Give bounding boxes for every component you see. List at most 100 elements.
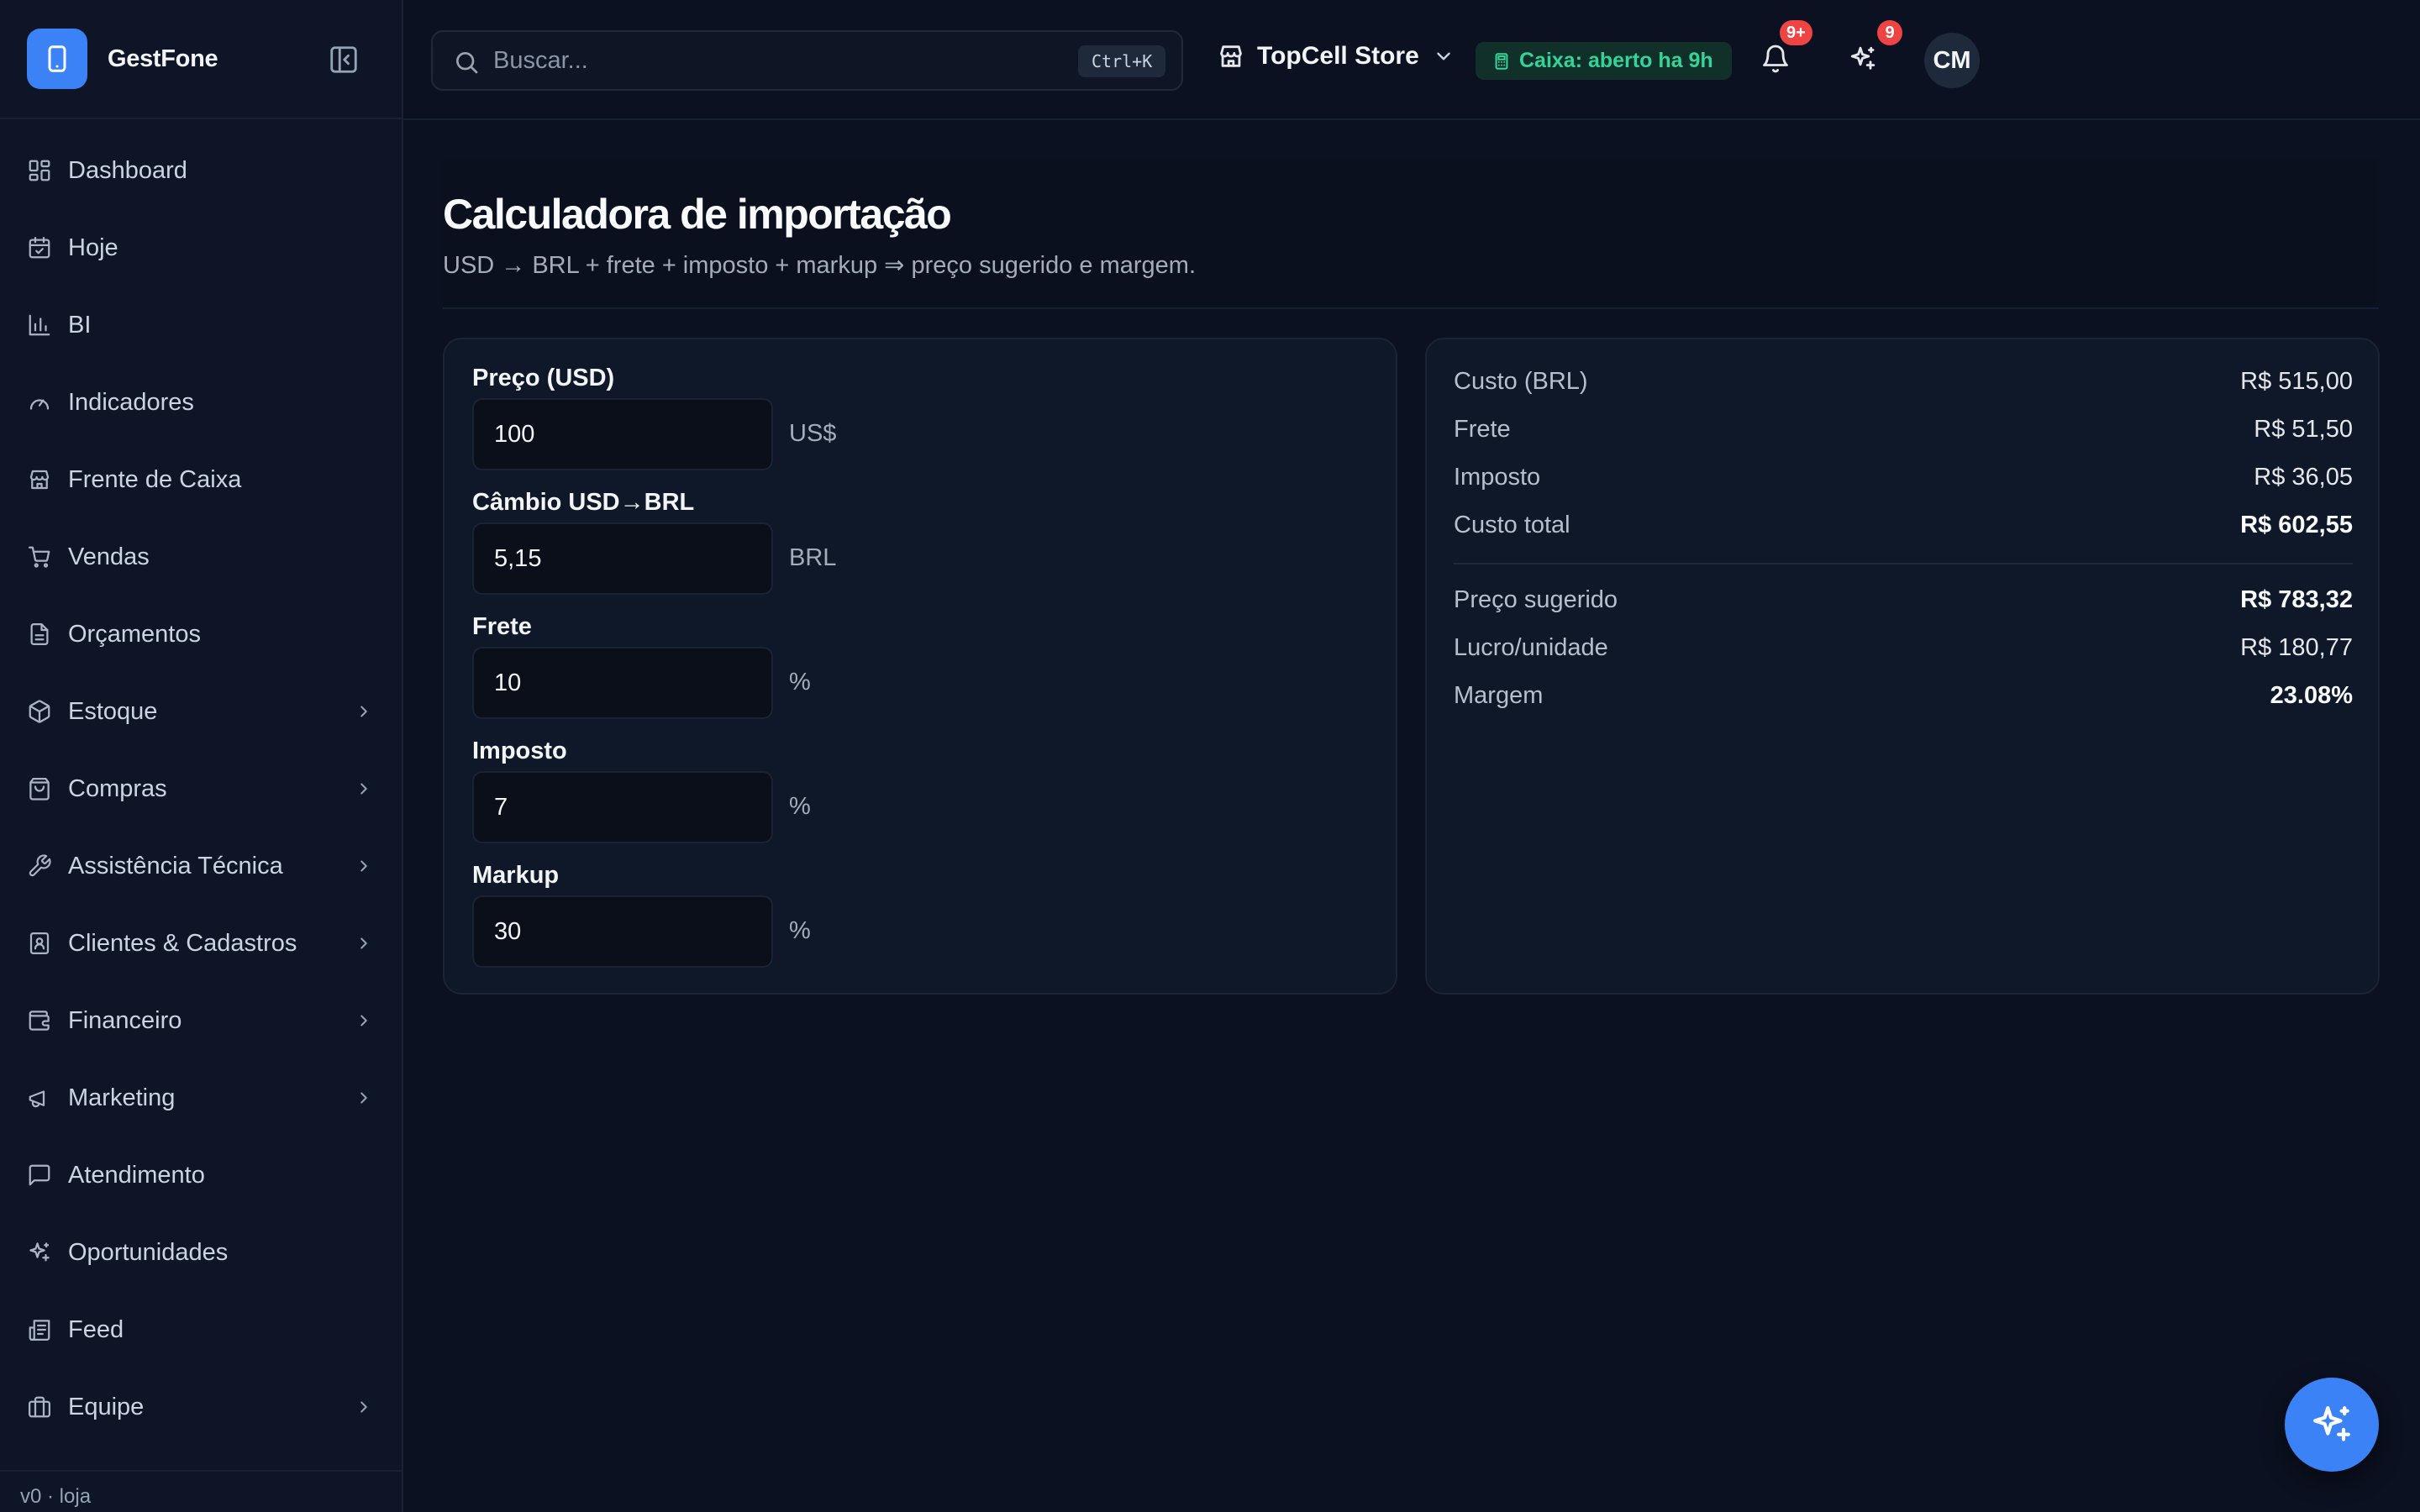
- sidebar-item-atendimento[interactable]: Atendimento: [0, 1142, 402, 1209]
- store-icon: [1217, 42, 1245, 71]
- sidebar-item-clientes-cadastros[interactable]: Clientes & Cadastros: [0, 910, 402, 977]
- brand[interactable]: GestFone: [27, 29, 218, 89]
- search-input[interactable]: Buscar...: [493, 47, 588, 75]
- page-header: Calculadora de importação USD → BRL + fr…: [443, 160, 2379, 309]
- sidebar-item-label: Equipe: [68, 1393, 145, 1420]
- sidebar-item-indicadores[interactable]: Indicadores: [0, 369, 402, 436]
- sidebar-item-label: Oportunidades: [68, 1238, 229, 1266]
- sidebar-item-label: Dashboard: [68, 156, 187, 184]
- sidebar-item-label: Marketing: [68, 1084, 176, 1111]
- result-label: Preço sugerido: [1454, 586, 1618, 613]
- app-version: v0 · loja: [20, 1485, 92, 1508]
- price-usd-unit: US$: [789, 420, 837, 447]
- divider: [1454, 563, 2353, 564]
- sidebar-item-feed[interactable]: Feed: [0, 1296, 402, 1363]
- sidebar-item-label: Atendimento: [68, 1161, 205, 1189]
- result-value: R$ 783,32: [2240, 586, 2353, 613]
- markup-label: Markup: [472, 862, 560, 889]
- sidebar-item-label: Hoje: [68, 234, 118, 261]
- dashboard-icon: [27, 158, 52, 183]
- sidebar-item-hoje[interactable]: Hoje: [0, 214, 402, 281]
- exchange-rate-unit: BRL: [789, 544, 837, 571]
- gauge-icon: [27, 390, 52, 415]
- sidebar-item-oportunidades[interactable]: Oportunidades: [0, 1219, 402, 1286]
- chevron-down-icon: [1433, 45, 1455, 67]
- sidebar-item-orcamentos[interactable]: Orçamentos: [0, 601, 402, 668]
- user-avatar[interactable]: CM: [1924, 33, 1980, 88]
- sidebar-item-label: Clientes & Cadastros: [68, 929, 297, 957]
- sparkles-icon: [1848, 44, 1878, 74]
- tax-label: Imposto: [472, 738, 567, 764]
- sparkles-icon: [27, 1240, 52, 1265]
- sidebar-item-dashboard[interactable]: Dashboard: [0, 137, 402, 204]
- sidebar-item-label: Compras: [68, 774, 167, 802]
- sidebar-item-marketing[interactable]: Marketing: [0, 1064, 402, 1131]
- result-row: Custo (BRL) R$ 515,00: [1454, 368, 2353, 402]
- ai-assistant-fab[interactable]: [2285, 1378, 2379, 1472]
- sidebar-item-label: Feed: [68, 1315, 124, 1343]
- sidebar-collapse-icon[interactable]: [328, 44, 360, 76]
- freight-unit: %: [789, 669, 811, 696]
- result-label: Margem: [1454, 682, 1544, 709]
- result-row: Lucro/unidade R$ 180,77: [1454, 634, 2353, 668]
- shopping-bag-icon: [27, 776, 52, 801]
- ai-assistant-badge: 9: [1877, 20, 1902, 45]
- result-value: R$ 36,05: [2254, 464, 2353, 491]
- notifications-button[interactable]: [1760, 44, 1791, 74]
- contact-book-icon: [27, 931, 52, 956]
- wallet-icon: [27, 1008, 52, 1033]
- chevron-right-icon: [355, 1011, 373, 1030]
- sidebar: GestFone Dashboard Hoje BI Indicadores Frent…: [0, 0, 403, 1512]
- sidebar-item-estoque[interactable]: Estoque: [0, 678, 402, 745]
- result-label: Imposto: [1454, 464, 1541, 491]
- bell-icon: [1760, 44, 1791, 74]
- page-subtitle: USD → BRL + frete + imposto + markup ⇒ p…: [443, 252, 1197, 279]
- result-value: R$ 180,77: [2240, 634, 2353, 661]
- cash-register-status-badge[interactable]: Caixa: aberto ha 9h: [1476, 42, 1732, 80]
- sidebar-item-label: Assistência Técnica: [68, 852, 283, 879]
- sidebar-item-label: Orçamentos: [68, 620, 201, 648]
- sidebar-item-frente-de-caixa[interactable]: Frente de Caixa: [0, 446, 402, 513]
- divider: [403, 118, 2420, 120]
- price-usd-input[interactable]: [472, 398, 773, 470]
- bar-chart-icon: [27, 312, 52, 338]
- result-value: R$ 602,55: [2240, 512, 2353, 538]
- sidebar-item-financeiro[interactable]: Financeiro: [0, 987, 402, 1054]
- result-row: Preço sugerido R$ 783,32: [1454, 586, 2353, 620]
- sidebar-item-label: Indicadores: [68, 388, 194, 416]
- divider: [0, 118, 402, 119]
- result-label: Custo (BRL): [1454, 368, 1588, 395]
- tax-input[interactable]: [472, 771, 773, 843]
- document-icon: [27, 622, 52, 647]
- calculation-results-card: Custo (BRL) R$ 515,00 Frete R$ 51,50 Imposto…: [1425, 338, 2380, 995]
- import-inputs-card: Preço (USD) US$ Câmbio USD→BRL BRL Frete% Imp…: [443, 338, 1397, 995]
- markup-unit: %: [789, 917, 811, 944]
- sidebar-item-label: Vendas: [68, 543, 150, 570]
- calendar-check-icon: [27, 235, 52, 260]
- notifications-badge: 9+: [1780, 20, 1812, 45]
- sidebar-item-assistencia-tecnica[interactable]: Assistência Técnica: [0, 832, 402, 900]
- sidebar-item-label: Frente de Caixa: [68, 465, 242, 493]
- sidebar-item-bi[interactable]: BI: [0, 291, 402, 359]
- app-name: GestFone: [108, 45, 218, 72]
- wrench-icon: [27, 853, 52, 879]
- phone-icon: [27, 29, 87, 89]
- page-title: Calculadora de importação: [443, 191, 952, 238]
- result-row: Custo total R$ 602,55: [1454, 512, 2353, 545]
- ai-assistant-button[interactable]: [1848, 44, 1878, 74]
- result-label: Custo total: [1454, 512, 1570, 538]
- markup-input[interactable]: [472, 895, 773, 968]
- sidebar-item-compras[interactable]: Compras: [0, 755, 402, 822]
- sidebar-item-vendas[interactable]: Vendas: [0, 523, 402, 591]
- freight-input[interactable]: [472, 647, 773, 719]
- chat-icon: [27, 1163, 52, 1188]
- search-bar[interactable]: Buscar... Ctrl+K: [431, 30, 1183, 91]
- result-row: Imposto R$ 36,05: [1454, 464, 2353, 497]
- exchange-rate-input[interactable]: [472, 522, 773, 595]
- sidebar-item-equipe[interactable]: Equipe: [0, 1373, 402, 1441]
- store-name: TopCell Store: [1257, 42, 1419, 70]
- store-selector[interactable]: TopCell Store: [1217, 42, 1455, 71]
- chevron-right-icon: [355, 702, 373, 721]
- sidebar-item-label: Financeiro: [68, 1006, 182, 1034]
- newspaper-icon: [27, 1317, 52, 1342]
